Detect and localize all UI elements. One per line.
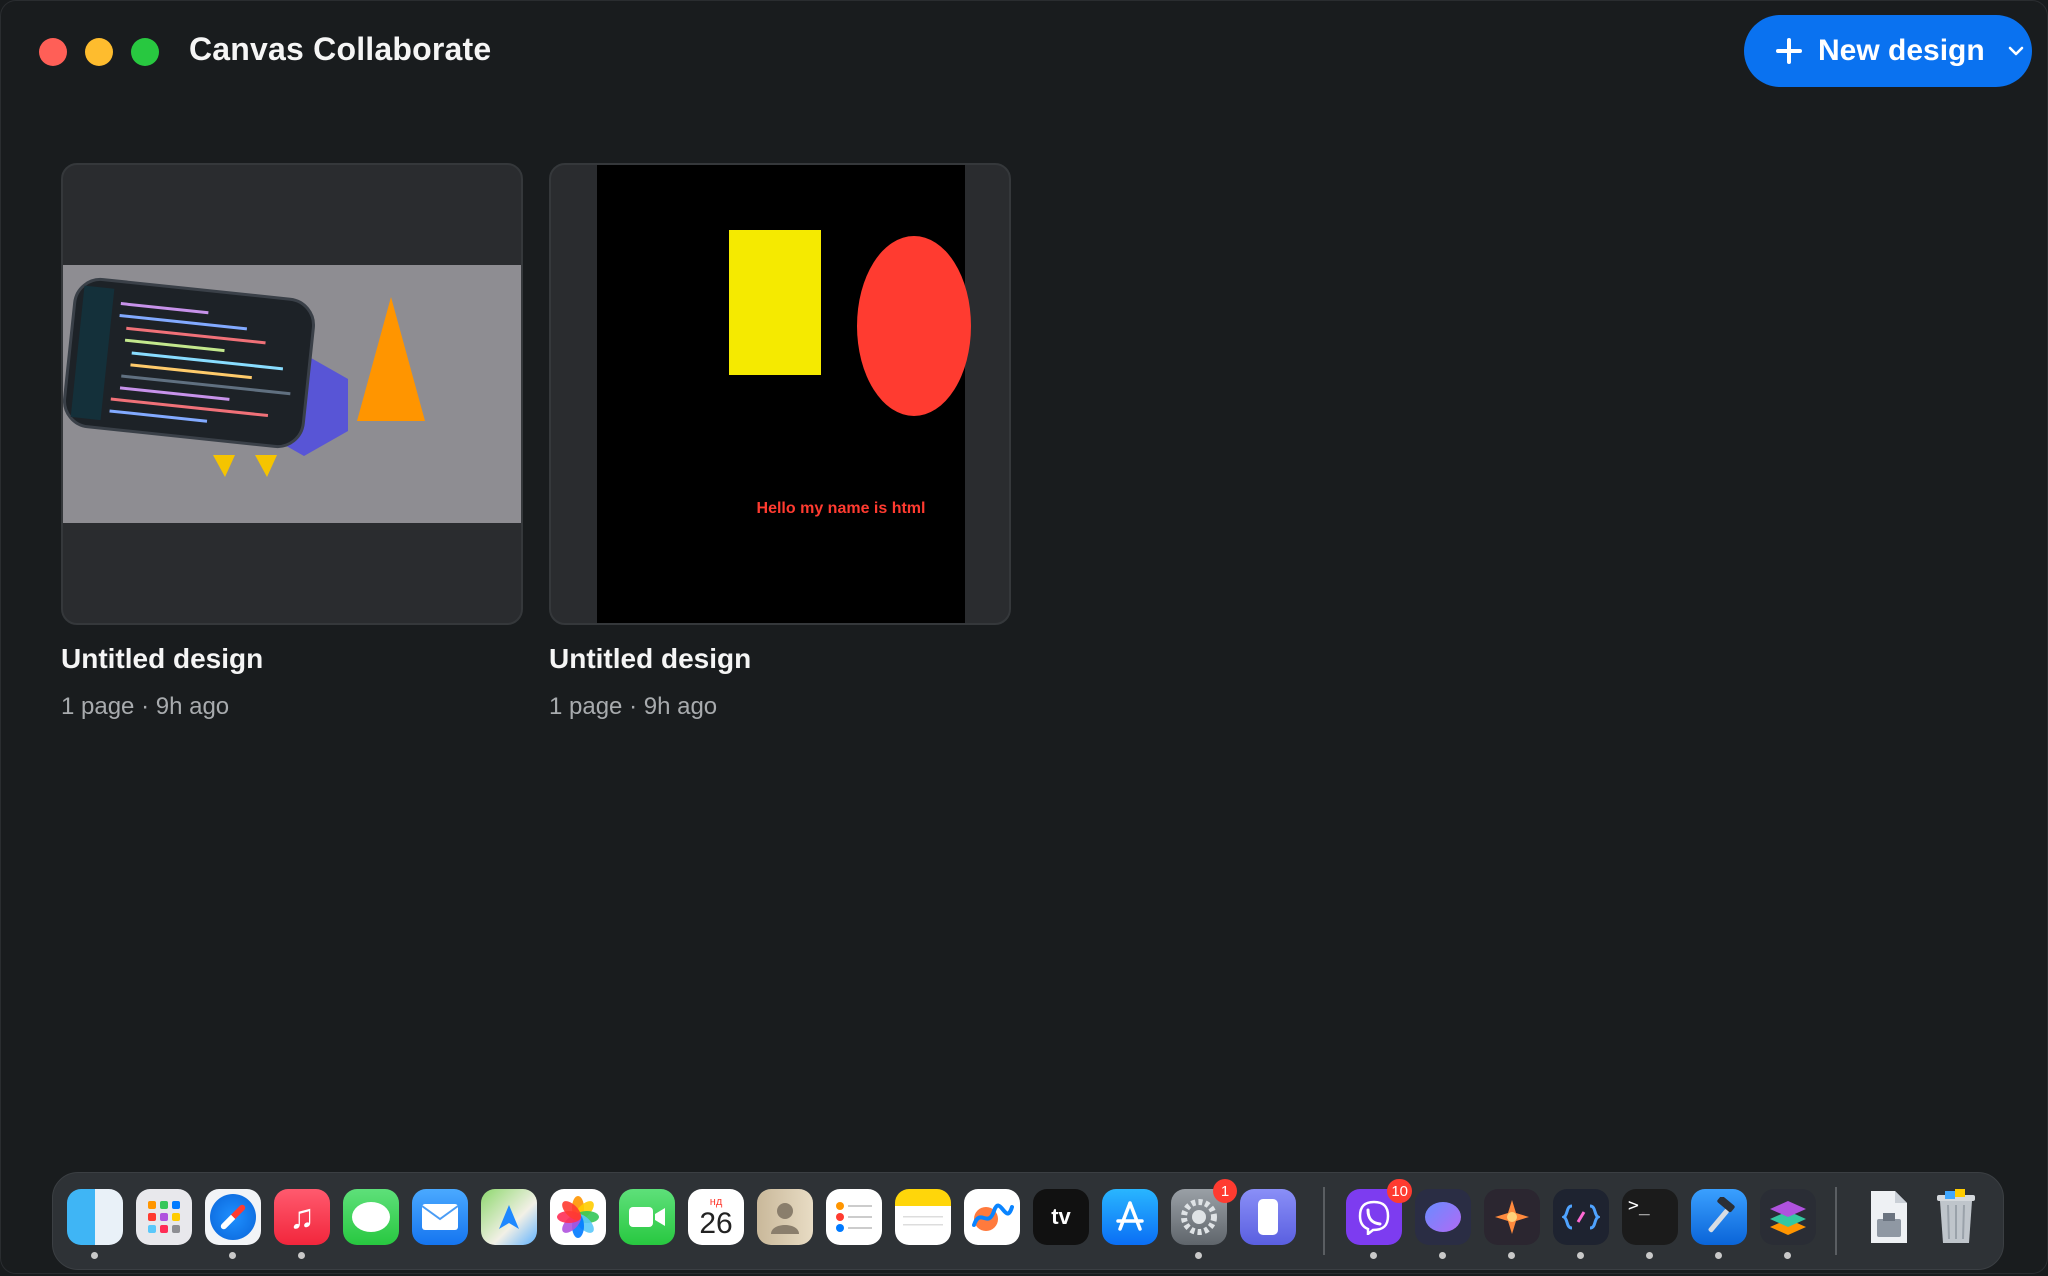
freeform-icon[interactable] — [964, 1189, 1020, 1245]
notification-badge: 10 — [1387, 1179, 1412, 1203]
close-window-button[interactable] — [39, 38, 67, 66]
speech-bubble-icon — [352, 1202, 390, 1232]
music-icon[interactable]: ♫ — [274, 1189, 330, 1245]
photos-flower-icon — [557, 1196, 599, 1238]
running-indicator — [1646, 1252, 1653, 1259]
maps-icon[interactable] — [481, 1189, 537, 1245]
running-indicator — [1715, 1252, 1722, 1259]
canvas-text: Hello my name is html — [757, 500, 926, 517]
running-indicator — [1195, 1252, 1202, 1259]
design-meta: 1 page · 9h ago — [549, 693, 718, 720]
contacts-icon[interactable] — [757, 1189, 813, 1245]
terminal-icon[interactable]: >_ — [1622, 1189, 1678, 1245]
layers-stack-icon — [1770, 1201, 1806, 1235]
maps-arrow-icon — [499, 1205, 519, 1229]
zoom-window-button[interactable] — [131, 38, 159, 66]
compass-needle-icon — [219, 1203, 247, 1231]
hammer-icon — [1708, 1197, 1735, 1233]
system-settings-icon[interactable]: 1 — [1171, 1179, 1237, 1245]
photos-icon[interactable] — [550, 1189, 606, 1245]
terminal-prompt: >_ — [1628, 1195, 1650, 1216]
app-window: Canvas Collaborate New design Untitled d… — [0, 0, 2048, 1274]
facetime-icon[interactable] — [619, 1189, 675, 1245]
code-editor-icon[interactable] — [1553, 1189, 1609, 1245]
viber-phone-icon — [1358, 1200, 1390, 1235]
running-indicator — [1370, 1252, 1377, 1259]
app-store-icon[interactable] — [1102, 1189, 1158, 1245]
file-archive-icon — [1871, 1191, 1907, 1243]
title-bar: Canvas Collaborate New design — [1, 1, 2047, 101]
running-indicator — [91, 1252, 98, 1259]
messages-icon[interactable] — [343, 1189, 399, 1245]
running-indicator — [1508, 1252, 1515, 1259]
notes-lines-icon — [903, 1216, 943, 1226]
archive-utility-icon[interactable] — [1859, 1189, 1915, 1245]
app-title: Canvas Collaborate — [189, 31, 492, 67]
reminders-list-icon — [836, 1202, 872, 1232]
design-title[interactable]: Untitled design — [61, 643, 523, 675]
minimize-window-button[interactable] — [85, 38, 113, 66]
design-preview: Hello my name is html — [597, 165, 971, 623]
running-indicator — [229, 1252, 236, 1259]
notes-icon[interactable] — [895, 1189, 951, 1245]
trash-bin-icon — [1937, 1189, 1975, 1243]
design-thumbnail[interactable]: Hello my name is html — [549, 163, 1011, 625]
finder-icon[interactable] — [67, 1189, 123, 1245]
design-card[interactable]: Hello my name is html Untitled design 1 … — [549, 163, 1011, 721]
chevron-down-icon[interactable] — [2005, 40, 2027, 62]
design-card[interactable]: Untitled design 1 page · 9h ago — [61, 163, 523, 721]
code-braces-icon — [1562, 1204, 1600, 1230]
plus-icon — [1774, 36, 1804, 66]
running-indicator — [1577, 1252, 1584, 1259]
design-preview — [63, 265, 521, 523]
xcode-icon[interactable] — [1691, 1189, 1747, 1245]
viber-icon[interactable]: 10 — [1346, 1179, 1412, 1245]
safari-icon[interactable] — [205, 1189, 261, 1245]
dock-separator — [1323, 1187, 1325, 1255]
launchpad-grid — [148, 1201, 180, 1233]
running-indicator — [1439, 1252, 1446, 1259]
phone-icon — [1258, 1199, 1278, 1235]
launchpad-icon[interactable] — [136, 1189, 192, 1245]
mail-icon[interactable] — [412, 1189, 468, 1245]
person-silhouette-icon — [771, 1203, 799, 1234]
safari-compass — [210, 1194, 256, 1240]
new-design-label: New design — [1818, 34, 1985, 67]
reminders-icon[interactable] — [826, 1189, 882, 1245]
iphone-mirroring-icon[interactable] — [1240, 1189, 1296, 1245]
dock: ♫ нд 26 tv 1 10 >_ — [52, 1172, 2004, 1270]
app-store-a-icon — [1116, 1201, 1144, 1231]
copilot-blob-icon — [1425, 1202, 1461, 1232]
design-title[interactable]: Untitled design — [549, 643, 1011, 675]
design-thumbnail[interactable] — [61, 163, 523, 625]
design-meta: 1 page · 9h ago — [61, 693, 230, 720]
notification-badge: 1 — [1213, 1179, 1237, 1203]
running-indicator — [1784, 1252, 1791, 1259]
canvas-collaborate-icon[interactable] — [1760, 1189, 1816, 1245]
trash-icon[interactable] — [1928, 1189, 1984, 1245]
running-indicator — [298, 1252, 305, 1259]
freeform-scribble-icon — [972, 1203, 1014, 1231]
video-camera-icon — [629, 1207, 665, 1227]
starburst-icon — [1495, 1200, 1529, 1234]
new-design-button[interactable]: New design — [1744, 15, 2032, 87]
apple-tv-label: tv — [1051, 1204, 1071, 1229]
copilot-icon[interactable] — [1415, 1189, 1471, 1245]
apple-tv-icon[interactable]: tv — [1033, 1189, 1089, 1245]
calendar-day: 26 — [699, 1207, 733, 1240]
gear-icon — [1181, 1199, 1217, 1235]
ai-app-icon[interactable] — [1484, 1189, 1540, 1245]
calendar-icon[interactable]: нд 26 — [688, 1189, 744, 1245]
envelope-icon — [421, 1204, 459, 1230]
dock-separator — [1835, 1187, 1837, 1255]
